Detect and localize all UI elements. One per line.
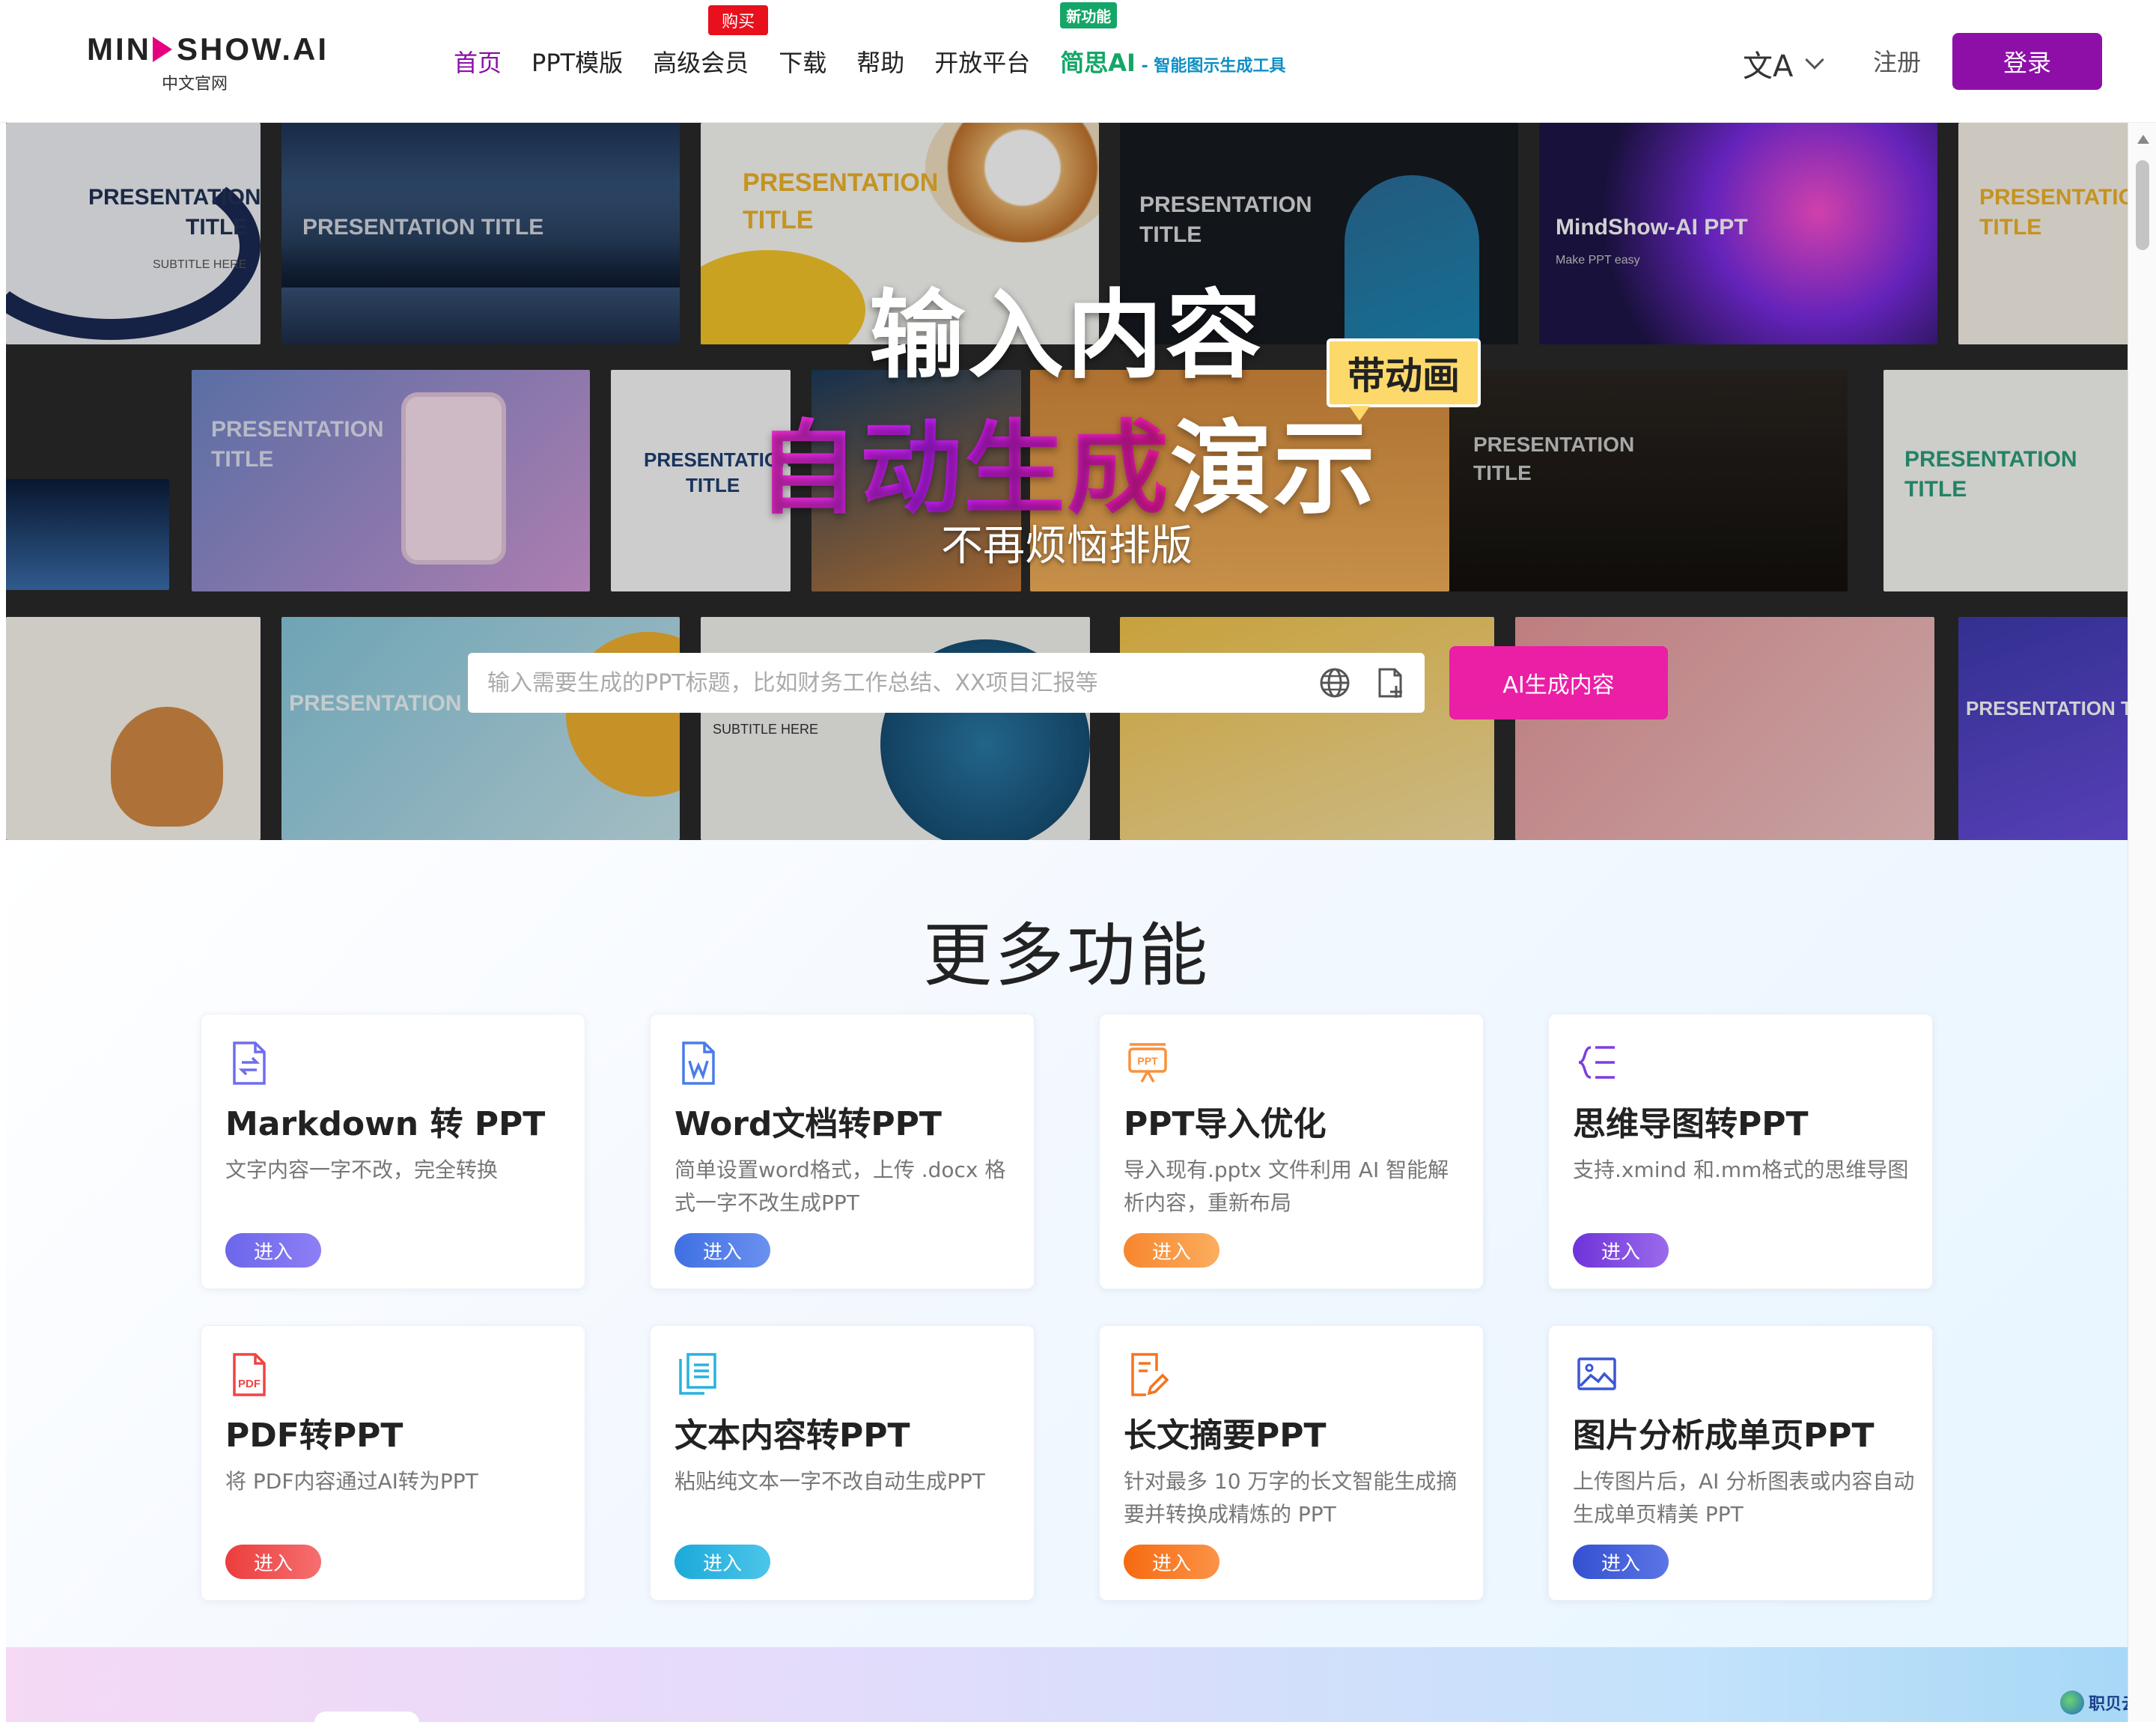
hero-banner: PRESENTATION TITLE SUBTITLE HERE PRESENT…: [6, 123, 2128, 840]
mindmap-icon: [1578, 1046, 1615, 1079]
search-box: [468, 653, 1425, 713]
play-icon: [153, 37, 172, 62]
feature-desc: 文字内容一字不改，完全转换: [225, 1157, 499, 1182]
feature-card-ppt-import[interactable]: PPT PPT导入优化 导入现有.pptx 文件利用 AI 智能解析内容，重新布…: [1099, 1014, 1484, 1289]
pdf-file-icon: PDF: [233, 1353, 266, 1396]
svg-text:PPT: PPT: [1137, 1055, 1158, 1067]
feature-card-summary[interactable]: 长文摘要PPT 针对最多 10 万字的长文智能生成摘要并转换成精炼的 PPT 进…: [1099, 1325, 1484, 1601]
feature-card-image[interactable]: 图片分析成单页PPT 上传图片后，AI 分析图表或内容自动生成单页精美 PPT …: [1548, 1325, 1933, 1601]
feature-title: Markdown 转 PPT: [225, 1105, 546, 1143]
enter-button[interactable]: 进入: [674, 1233, 770, 1268]
feature-card-markdown[interactable]: Markdown 转 PPT 文字内容一字不改，完全转换 进入: [201, 1014, 585, 1289]
svg-text:PDF: PDF: [238, 1378, 261, 1390]
ppt-icon: PPT: [1128, 1043, 1167, 1083]
logo-wordmark: MIN SHOW.AI: [87, 31, 329, 67]
upload-file-icon[interactable]: [1374, 666, 1407, 699]
feature-desc: 导入现有.pptx 文件利用 AI 智能解析内容，重新布局: [1124, 1157, 1449, 1215]
scroll-up-arrow-icon[interactable]: [2137, 135, 2149, 144]
enter-button[interactable]: 进入: [674, 1545, 770, 1579]
page-scrollbar[interactable]: [2128, 123, 2156, 1722]
buy-badge: 购买: [708, 5, 769, 35]
feature-desc: 上传图片后，AI 分析图表或内容自动生成单页精美 PPT: [1573, 1469, 1915, 1527]
register-link[interactable]: 注册: [1873, 43, 1921, 78]
login-button[interactable]: 登录: [1952, 33, 2102, 90]
scroll-thumb[interactable]: [2136, 160, 2149, 250]
feature-title: PPT导入优化: [1124, 1105, 1327, 1143]
chevron-down-icon: [1805, 50, 1825, 70]
bottom-pill: [314, 1712, 419, 1734]
hero-title-line1: 输入内容: [868, 280, 1264, 392]
feature-title: 文本内容转PPT: [674, 1417, 910, 1455]
bottom-gradient-band: [6, 1647, 2128, 1722]
translate-icon: 文A: [1743, 49, 1794, 84]
nav-ppt-templates[interactable]: PPT模版: [532, 44, 623, 79]
feature-desc: 将 PDF内容通过AI转为PPT: [225, 1469, 478, 1494]
enter-button[interactable]: 进入: [225, 1545, 321, 1579]
summary-edit-icon: [1131, 1353, 1169, 1396]
image-icon: [1577, 1357, 1616, 1390]
features-title: 更多功能: [922, 916, 1211, 996]
hero-subtitle: 不再烦恼排版: [941, 522, 1193, 571]
top-header: MIN SHOW.AI 中文官网 首页 PPT模版 高级会员 购买 下载 帮助 开…: [0, 0, 2156, 123]
nav-premium[interactable]: 高级会员 购买: [653, 5, 769, 79]
main-nav: 首页 PPT模版 高级会员 购买 下载 帮助 开放平台 新功能 简思AI - 智…: [454, 0, 1315, 123]
globe-icon[interactable]: [1318, 666, 1351, 699]
feature-title: 长文摘要PPT: [1124, 1417, 1327, 1455]
logo-subtitle: 中文官网: [162, 75, 228, 94]
enter-button[interactable]: 进入: [225, 1233, 321, 1268]
nav-open-platform[interactable]: 开放平台: [934, 44, 1030, 79]
feature-card-pdf[interactable]: PDF PDF转PPT 将 PDF内容通过AI转为PPT 进入: [201, 1325, 585, 1601]
feature-title: PDF转PPT: [225, 1417, 404, 1455]
feature-desc: 粘贴纯文本一字不改自动生成PPT: [674, 1469, 985, 1494]
enter-button[interactable]: 进入: [1573, 1233, 1669, 1268]
feature-title: 图片分析成单页PPT: [1573, 1417, 1875, 1455]
feature-card-word[interactable]: Word文档转PPT 简单设置word格式，上传 .docx 格式一字不改生成P…: [650, 1014, 1035, 1289]
enter-button[interactable]: 进入: [1573, 1545, 1669, 1579]
ppt-title-input[interactable]: [486, 669, 1296, 697]
nav-help[interactable]: 帮助: [856, 44, 904, 79]
language-switcher[interactable]: 文A: [1743, 42, 1825, 85]
markdown-file-icon: [233, 1041, 266, 1085]
ai-generate-button[interactable]: AI生成内容: [1449, 646, 1668, 720]
animation-tag: 带动画: [1327, 338, 1481, 421]
feature-card-mindmap[interactable]: 思维导图转PPT 支持.xmind 和.mm格式的思维导图 进入: [1548, 1014, 1933, 1289]
feature-card-text[interactable]: 文本内容转PPT 粘贴纯文本一字不改自动生成PPT 进入: [650, 1325, 1035, 1601]
nav-jiansi-ai[interactable]: 新功能 简思AI - 智能图示生成工具: [1060, 2, 1285, 79]
feature-title: Word文档转PPT: [674, 1105, 942, 1143]
watermark-logo-icon: [2060, 1691, 2084, 1715]
nav-download[interactable]: 下载: [779, 44, 826, 79]
feature-title: 思维导图转PPT: [1573, 1105, 1809, 1143]
mindshow-logo[interactable]: MIN SHOW.AI 中文官网: [87, 31, 329, 94]
word-file-icon: [682, 1041, 715, 1085]
feature-desc: 支持.xmind 和.mm格式的思维导图: [1573, 1157, 1909, 1182]
enter-button[interactable]: 进入: [1124, 1233, 1219, 1268]
feature-desc: 针对最多 10 万字的长文智能生成摘要并转换成精炼的 PPT: [1124, 1469, 1458, 1527]
nav-home[interactable]: 首页: [454, 44, 502, 79]
enter-button[interactable]: 进入: [1124, 1545, 1219, 1579]
text-document-icon: [679, 1353, 716, 1395]
feature-desc: 简单设置word格式，上传 .docx 格式一字不改生成PPT: [674, 1157, 1006, 1215]
new-feature-badge: 新功能: [1060, 2, 1118, 28]
features-section: 更多功能 Markdown 转 PPT 文字内容一字不改，完全转换 进入 Wor…: [6, 840, 2128, 1647]
